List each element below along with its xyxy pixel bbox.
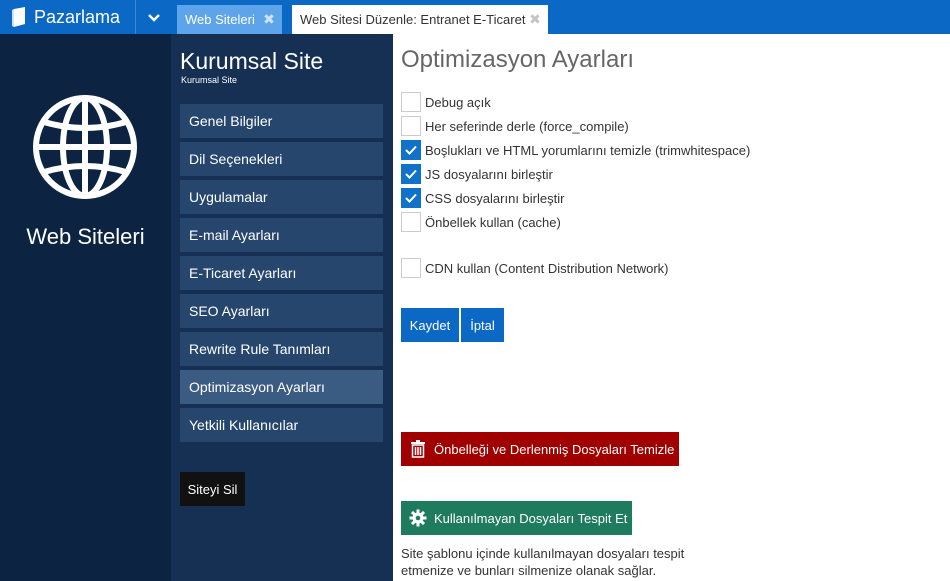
option-label: Boşlukları ve HTML yorumlarını temizle (… [425,142,751,158]
nav-item-email-ayarlari[interactable]: E-mail Ayarları [180,218,383,252]
clear-cache-button[interactable]: Önbelleği ve Derlenmiş Dosyaları Temizle [401,432,679,466]
brand[interactable]: Pazarlama [0,0,135,34]
tab-label: Web Siteleri [185,12,255,27]
save-button[interactable]: Kaydet [401,308,459,342]
checkbox[interactable] [401,116,421,136]
main-content: Optimizasyon Ayarları Debug açık Her sef… [393,34,950,581]
module-title: Web Siteleri [26,224,145,249]
option-cdn[interactable]: CDN kullan (Content Distribution Network… [401,258,668,278]
globe-icon [30,92,140,202]
option-trimwhitespace[interactable]: Boşlukları ve HTML yorumlarını temizle (… [401,140,750,160]
checkbox[interactable] [401,212,421,232]
chevron-down-icon [147,10,160,25]
delete-site-button[interactable]: Siteyi Sil [180,472,245,506]
nav-item-label: E-mail Ayarları [189,227,280,243]
checkbox[interactable] [401,140,421,160]
close-icon[interactable]: ✖ [528,11,542,27]
nav-item-label: E-Ticaret Ayarları [189,265,297,281]
checkbox[interactable] [401,188,421,208]
option-force-compile[interactable]: Her seferinde derle (force_compile) [401,116,629,136]
checkbox[interactable] [401,258,421,278]
nav-item-seo-ayarlari[interactable]: SEO Ayarları [180,294,383,328]
nav-item-uygulamalar[interactable]: Uygulamalar [180,180,383,214]
page-title: Optimizasyon Ayarları [401,46,634,73]
checkbox[interactable] [401,164,421,184]
check-icon [405,193,417,203]
option-label: CSS dosyalarını birleştir [425,190,565,206]
tab-web-sitesi-duzenle[interactable]: Web Sitesi Düzenle: Entranet E-Ticaret ✖ [292,5,548,34]
tab-label: Web Sitesi Düzenle: Entranet E-Ticaret [300,12,526,27]
option-label: Debug açık [425,94,491,110]
module-panel: Web Siteleri [0,34,171,581]
gear-icon [409,509,427,527]
option-debug[interactable]: Debug açık [401,92,491,112]
close-icon[interactable]: ✖ [262,11,276,27]
option-label: Önbellek kullan (cache) [425,214,561,230]
nav-item-label: Rewrite Rule Tanımları [189,341,331,357]
tab-web-siteleri[interactable]: Web Siteleri ✖ [177,5,282,34]
option-js-merge[interactable]: JS dosyalarını birleştir [401,164,553,184]
option-css-merge[interactable]: CSS dosyalarını birleştir [401,188,564,208]
nav-item-dil-secenekleri[interactable]: Dil Seçenekleri [180,142,383,176]
clear-cache-label: Önbelleği ve Derlenmiş Dosyaları Temizle [434,441,675,457]
check-icon [405,145,417,155]
check-icon [405,169,417,179]
nav-item-yetkili-kullanicilar[interactable]: Yetkili Kullanıcılar [180,408,383,442]
site-nav-panel: Kurumsal Site Kurumsal Site Genel Bilgil… [171,34,393,581]
nav-item-label: Genel Bilgiler [189,113,273,129]
site-title: Kurumsal Site [180,48,324,74]
nav-item-label: SEO Ayarları [189,303,270,319]
detect-unused-label: Kullanılmayan Dosyaları Tespit Et [434,510,628,526]
bookmark-logo-icon [12,7,26,27]
brand-label: Pazarlama [34,6,121,27]
site-subtitle: Kurumsal Site [181,75,238,85]
nav-item-label: Optimizasyon Ayarları [189,379,325,395]
option-label: Her seferinde derle (force_compile) [425,118,629,134]
top-bar: Pazarlama Web Siteleri ✖ Web Sitesi Düze… [0,0,950,34]
nav-item-rewrite-rule[interactable]: Rewrite Rule Tanımları [180,332,383,366]
app-menu-button[interactable] [135,0,171,34]
nav-item-eticaret-ayarlari[interactable]: E-Ticaret Ayarları [180,256,383,290]
help-text: Site şablonu içinde kullanılmayan dosyal… [401,546,685,578]
option-label: CDN kullan (Content Distribution Network… [425,260,669,276]
nav-item-label: Uygulamalar [189,189,268,205]
option-label: JS dosyalarını birleştir [425,166,553,182]
nav-item-optimizasyon-ayarlari[interactable]: Optimizasyon Ayarları [180,370,383,404]
cancel-button[interactable]: İptal [461,308,504,342]
nav-item-label: Dil Seçenekleri [189,151,283,167]
option-cache[interactable]: Önbellek kullan (cache) [401,212,561,232]
detect-unused-files-button[interactable]: Kullanılmayan Dosyaları Tespit Et [401,501,632,535]
nav-item-genel-bilgiler[interactable]: Genel Bilgiler [180,104,383,138]
trash-icon [409,440,427,458]
checkbox[interactable] [401,92,421,112]
nav-item-label: Yetkili Kullanıcılar [189,417,299,433]
